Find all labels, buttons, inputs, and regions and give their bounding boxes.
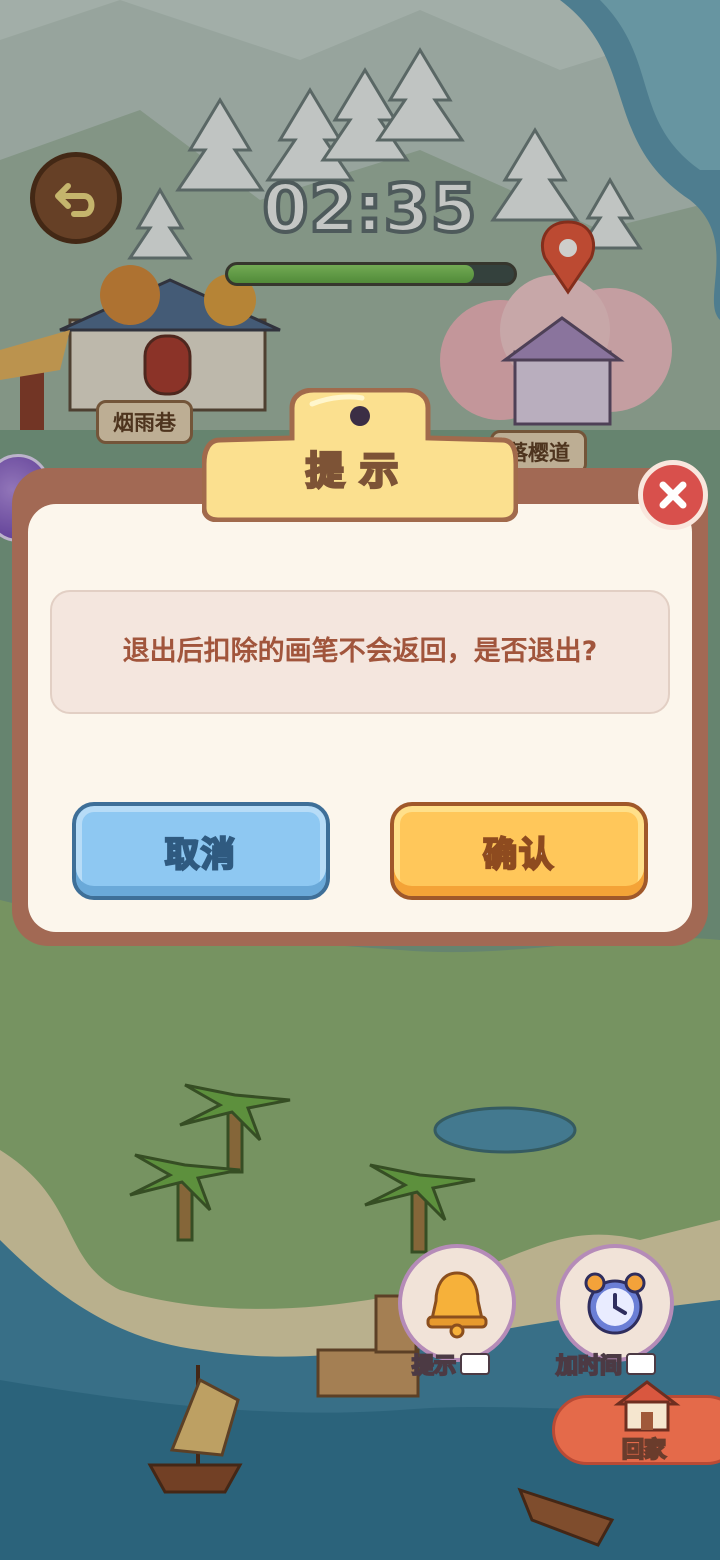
bell-icon [426,1271,488,1339]
add-time-tool-button[interactable] [556,1244,674,1362]
home-label: 回家 [621,1437,667,1464]
dialog-message-box: 退出后扣除的画笔不会返回，是否退出? [50,590,670,714]
add-time-tool-label[interactable]: 加时间 [555,1348,657,1380]
video-icon [460,1353,491,1375]
hint-tool-label[interactable]: 提示 [411,1348,491,1380]
hint-label-text: 提示 [411,1353,457,1380]
cancel-button[interactable]: 取消 [72,802,330,900]
video-icon [626,1353,657,1375]
alarm-clock-icon [584,1272,646,1335]
dialog-title: 提示 [304,448,414,495]
hint-tool-button[interactable] [398,1244,516,1362]
confirm-button[interactable]: 确认 [390,802,648,900]
dialog-message: 退出后扣除的画笔不会返回，是否退出? [122,636,598,667]
close-icon [659,481,687,509]
close-button[interactable] [638,460,708,530]
house-icon [613,1380,681,1432]
add-time-label-text: 加时间 [555,1353,623,1380]
